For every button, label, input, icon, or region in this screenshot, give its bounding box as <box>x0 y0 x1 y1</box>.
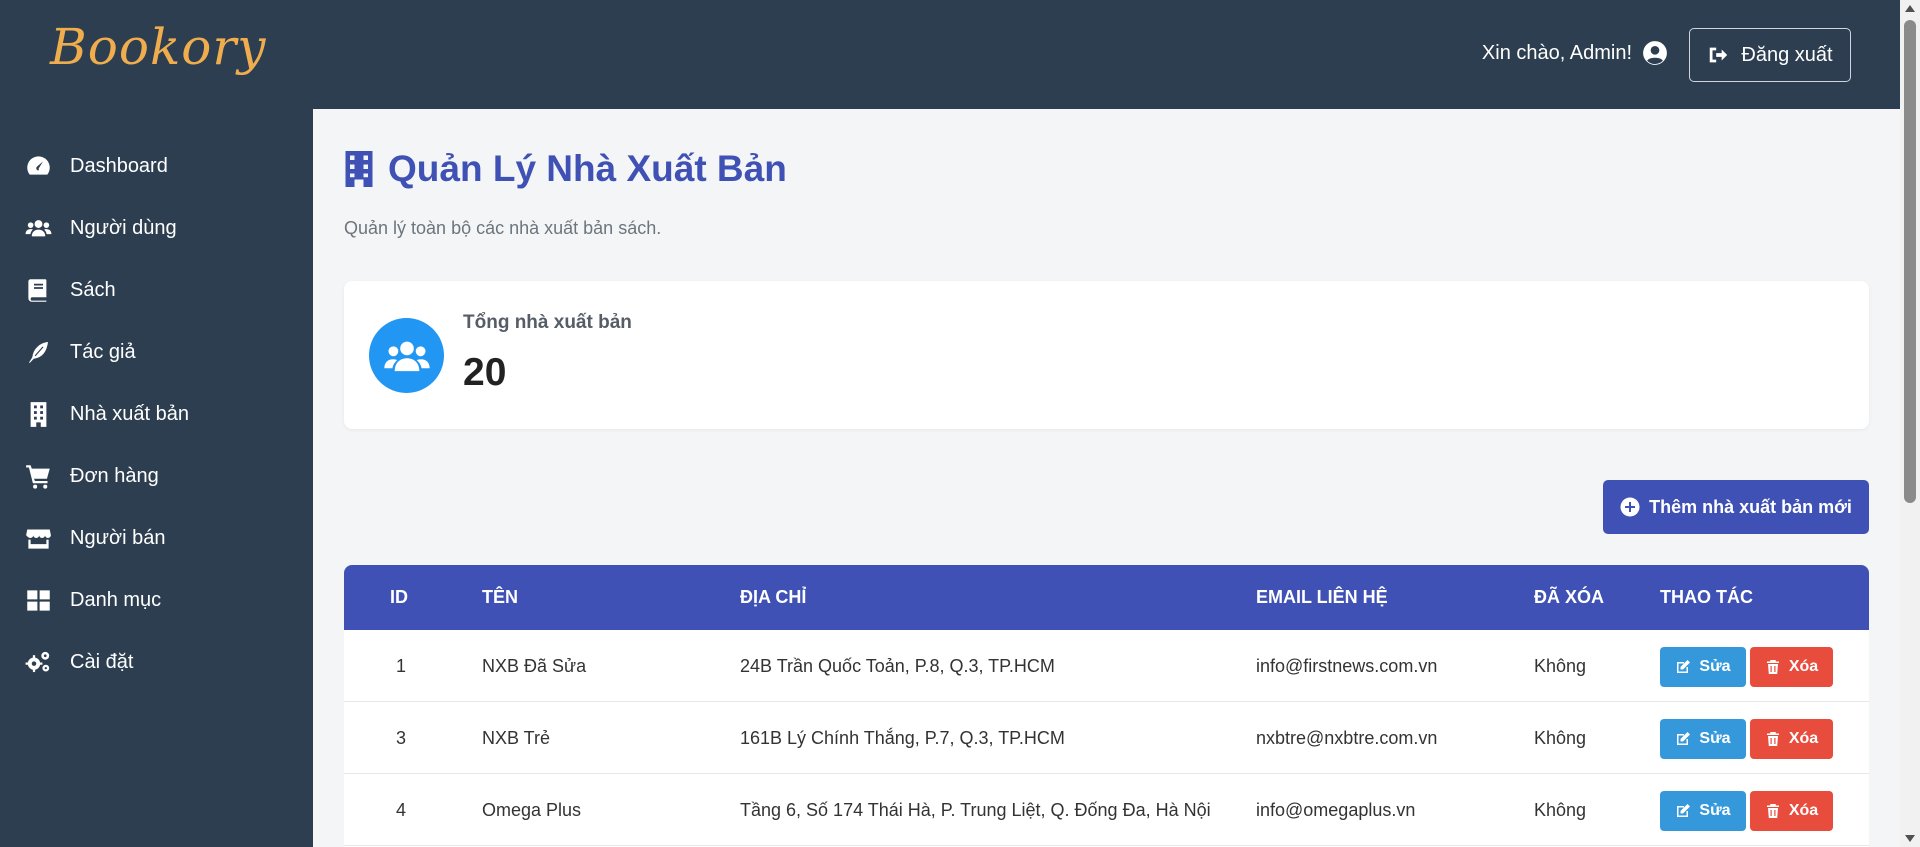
users-icon <box>383 341 430 371</box>
cell-deleted: Không <box>1534 656 1587 676</box>
building-icon <box>24 400 52 428</box>
feather-icon <box>24 338 52 366</box>
logout-label: Đăng xuất <box>1741 43 1833 66</box>
sidebar-item-label: Đơn hàng <box>70 464 159 487</box>
stat-icon-circle <box>369 318 444 393</box>
edit-label: Sửa <box>1699 802 1731 819</box>
sidebar-item-books[interactable]: Sách <box>24 270 304 310</box>
edit-label: Sửa <box>1699 658 1731 675</box>
column-header-address[interactable]: ĐỊA CHỈ <box>740 565 806 630</box>
delete-label: Xóa <box>1788 658 1819 675</box>
cell-name: NXB Đã Sửa <box>482 656 587 676</box>
cell-name: NXB Trẻ <box>482 728 551 748</box>
stat-label: Tổng nhà xuất bản <box>463 312 632 333</box>
sidebar-item-label: Nhà xuất bản <box>70 402 189 425</box>
edit-button[interactable]: Sửa <box>1660 647 1746 687</box>
logout-button[interactable]: Đăng xuất <box>1689 28 1851 82</box>
top-header: Bookory Xin chào, Admin! Đăng xuất <box>0 0 1900 109</box>
cell-address: Tầng 6, Số 174 Thái Hà, P. Trung Liệt, Q… <box>740 800 1211 820</box>
greeting-text: Xin chào, Admin! <box>1481 41 1632 64</box>
cell-deleted: Không <box>1534 800 1587 820</box>
cell-email: nxbtre@nxbtre.com.vn <box>1256 728 1438 748</box>
cell-deleted: Không <box>1534 728 1587 748</box>
edit-icon <box>1677 804 1691 817</box>
delete-label: Xóa <box>1788 802 1819 819</box>
users-icon <box>24 214 52 242</box>
sidebar-item-label: Tác giả <box>70 340 136 363</box>
cell-address: 161B Lý Chính Thắng, P.7, Q.3, TP.HCM <box>740 728 1065 748</box>
cell-name: Omega Plus <box>482 800 582 820</box>
page-title: Quản Lý Nhà Xuất Bản <box>388 148 787 189</box>
gears-icon <box>24 648 52 676</box>
delete-button[interactable]: Xóa <box>1750 647 1833 687</box>
book-icon <box>24 276 52 304</box>
sidebar-item-orders[interactable]: Đơn hàng <box>24 456 304 496</box>
sign-out-icon <box>1710 47 1728 63</box>
column-header-name[interactable]: TÊN <box>482 565 518 630</box>
sidebar-item-settings[interactable]: Cài đặt <box>24 642 304 682</box>
sidebar-item-label: Người dùng <box>70 216 177 239</box>
publishers-table: ID TÊN ĐỊA CHỈ EMAIL LIÊN HỆ ĐÃ XÓA THAO… <box>344 565 1869 847</box>
sidebar-item-categories[interactable]: Danh mục <box>24 580 304 620</box>
sidebar-item-label: Cài đặt <box>70 650 134 673</box>
user-circle-icon[interactable] <box>1642 40 1668 66</box>
main-content: Quản Lý Nhà Xuất Bản Quản lý toàn bộ các… <box>313 109 1900 847</box>
trash-icon <box>1766 732 1779 746</box>
edit-label: Sửa <box>1699 730 1731 747</box>
sidebar-item-dashboard[interactable]: Dashboard <box>24 146 304 186</box>
add-button-label: Thêm nhà xuất bản mới <box>1649 496 1852 517</box>
table-row: 1 NXB Đã Sửa 24B Trần Quốc Toản, P.8, Q.… <box>344 630 1869 702</box>
cell-id: 3 <box>396 728 407 748</box>
column-header-email[interactable]: EMAIL LIÊN HỆ <box>1256 565 1388 630</box>
cell-id: 1 <box>396 656 407 676</box>
trash-icon <box>1766 804 1779 818</box>
edit-icon <box>1677 732 1691 745</box>
sidebar-item-label: Người bán <box>70 526 166 549</box>
scroll-up-arrow-icon[interactable] <box>1905 5 1915 12</box>
sidebar-item-authors[interactable]: Tác giả <box>24 332 304 372</box>
add-publisher-button[interactable]: Thêm nhà xuất bản mới <box>1603 480 1869 534</box>
stat-card: Tổng nhà xuất bản 20 <box>344 281 1869 429</box>
page-scrollbar[interactable] <box>1900 0 1920 847</box>
building-icon <box>345 151 373 187</box>
cart-icon <box>24 462 52 490</box>
edit-button[interactable]: Sửa <box>1660 719 1746 759</box>
delete-label: Xóa <box>1788 730 1819 747</box>
column-header-deleted[interactable]: ĐÃ XÓA <box>1534 565 1604 630</box>
plus-circle-icon <box>1620 497 1640 517</box>
table-header: ID TÊN ĐỊA CHỈ EMAIL LIÊN HỆ ĐÃ XÓA THAO… <box>344 565 1869 630</box>
sidebar-item-label: Sách <box>70 278 116 301</box>
stat-value: 20 <box>463 351 507 394</box>
app-logo[interactable]: Bookory <box>50 18 267 76</box>
store-icon <box>24 524 52 552</box>
cell-email: info@firstnews.com.vn <box>1256 656 1438 676</box>
scroll-down-arrow-icon[interactable] <box>1905 835 1915 842</box>
sidebar-item-label: Dashboard <box>70 154 168 177</box>
column-header-actions: THAO TÁC <box>1660 587 1753 607</box>
delete-button[interactable]: Xóa <box>1750 791 1833 831</box>
edit-button[interactable]: Sửa <box>1660 791 1746 831</box>
delete-button[interactable]: Xóa <box>1750 719 1833 759</box>
cell-address: 24B Trần Quốc Toản, P.8, Q.3, TP.HCM <box>740 656 1055 676</box>
column-header-id[interactable]: ID <box>390 565 408 630</box>
cell-id: 4 <box>396 800 407 820</box>
sidebar-item-publishers[interactable]: Nhà xuất bản <box>24 394 304 434</box>
gauge-icon <box>24 152 52 180</box>
scrollbar-thumb[interactable] <box>1904 20 1916 503</box>
table-row: 4 Omega Plus Tầng 6, Số 174 Thái Hà, P. … <box>344 774 1869 846</box>
table-row: 3 NXB Trẻ 161B Lý Chính Thắng, P.7, Q.3,… <box>344 702 1869 774</box>
sidebar-item-label: Danh mục <box>70 588 162 611</box>
user-greeting: Xin chào, Admin! <box>1482 40 1668 66</box>
cell-email: info@omegaplus.vn <box>1256 800 1416 820</box>
page-subtitle: Quản lý toàn bộ các nhà xuất bản sách. <box>344 218 662 238</box>
sidebar: Dashboard Người dùng Sách Tác giả Nhà xu… <box>0 109 313 847</box>
page-header: Quản Lý Nhà Xuất Bản <box>344 148 787 190</box>
grid-icon <box>24 586 52 614</box>
edit-icon <box>1677 660 1691 673</box>
sidebar-item-users[interactable]: Người dùng <box>24 208 304 248</box>
sidebar-item-sellers[interactable]: Người bán <box>24 518 304 558</box>
trash-icon <box>1766 660 1779 674</box>
